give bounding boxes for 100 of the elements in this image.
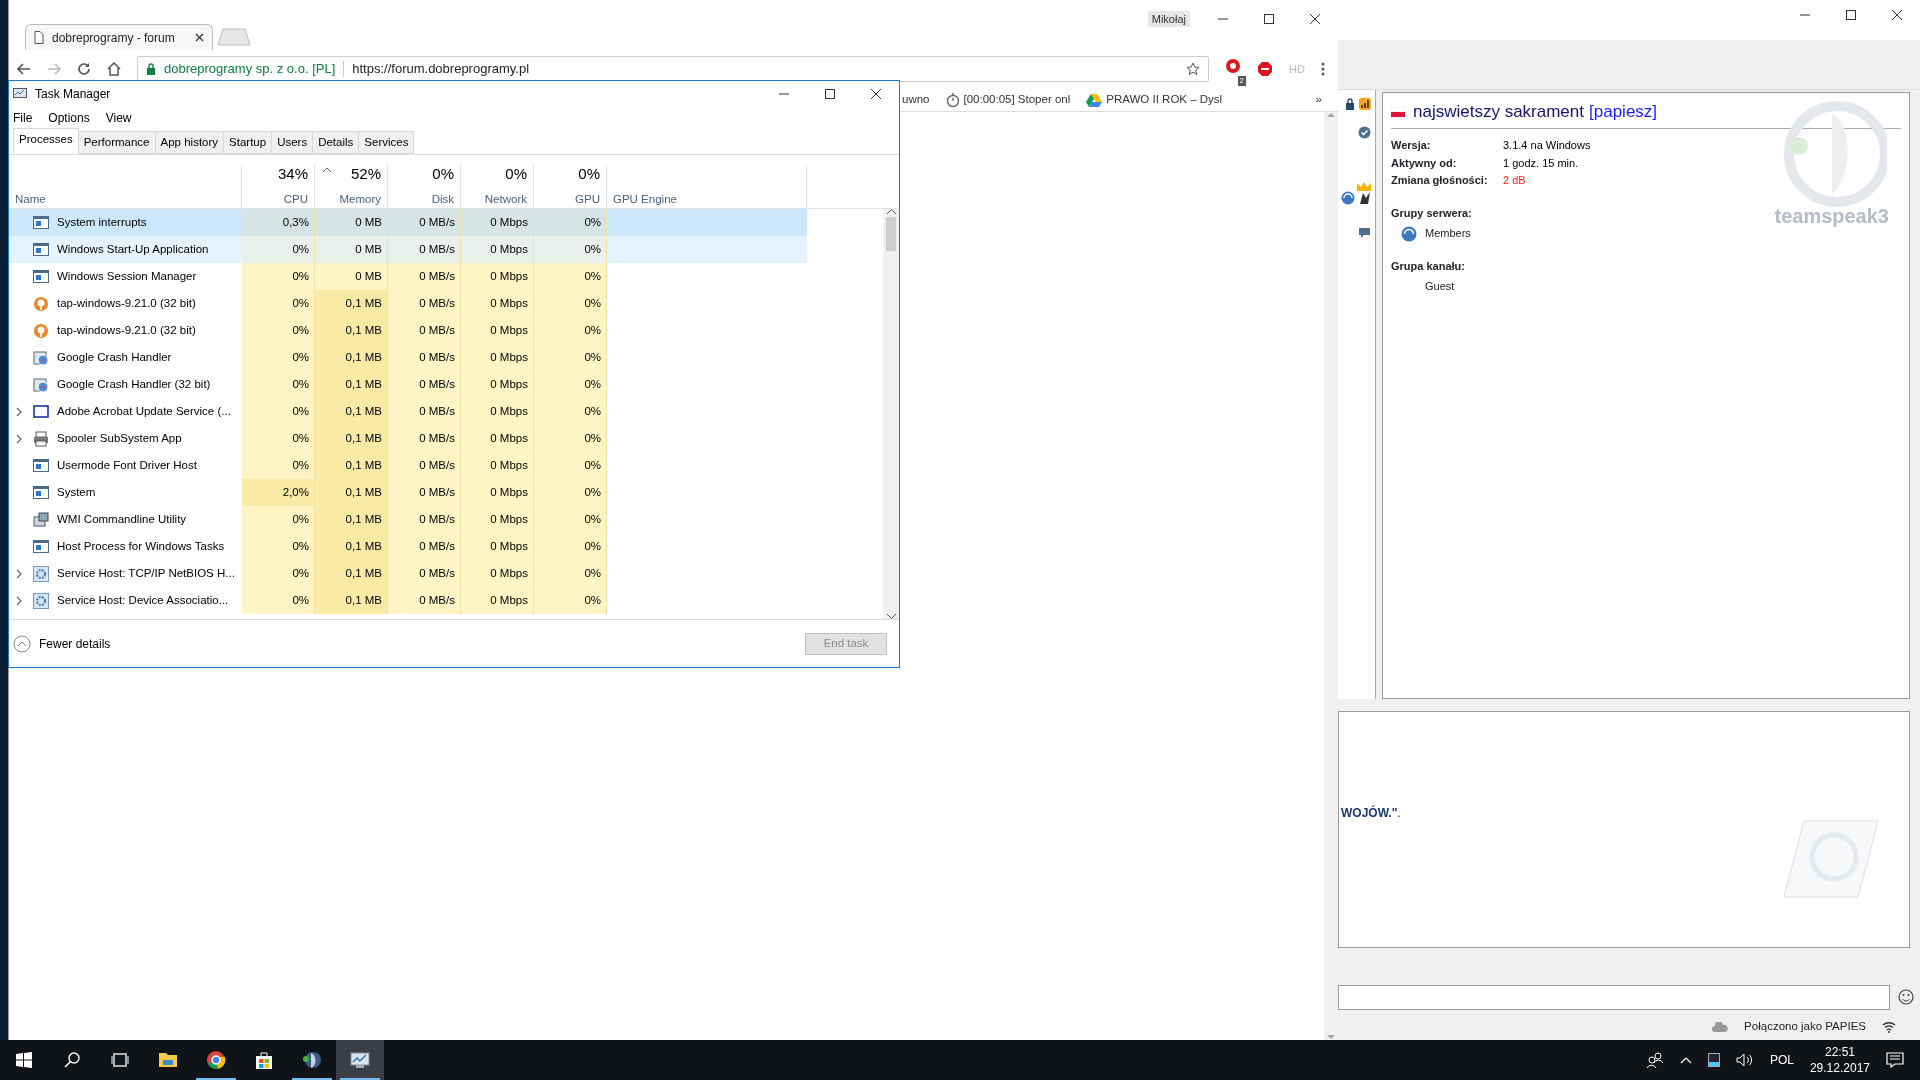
tab[interactable]: Startup bbox=[224, 130, 273, 154]
maximize-icon[interactable] bbox=[1843, 9, 1859, 21]
bookmark-link[interactable]: [00:00:05] Stoper onl bbox=[963, 90, 1071, 109]
menu-item[interactable]: Options bbox=[48, 109, 90, 127]
network-icon[interactable] bbox=[1707, 1053, 1720, 1067]
task-manager-icon[interactable] bbox=[350, 1050, 370, 1070]
table-cell: 0% bbox=[242, 560, 315, 587]
table-cell: 0% bbox=[534, 371, 607, 398]
table-cell: 0% bbox=[534, 533, 607, 560]
scroll-thumb[interactable] bbox=[886, 217, 896, 251]
table-cell: 0% bbox=[242, 236, 315, 263]
clock-date[interactable]: 29.12.2017 bbox=[1809, 1060, 1870, 1077]
scroll-down-icon[interactable] bbox=[886, 614, 896, 619]
header-cell[interactable]: 34% CPU bbox=[242, 163, 315, 208]
clock-time[interactable]: 22:51 bbox=[1824, 1043, 1855, 1060]
window-icon bbox=[33, 538, 49, 555]
bookmark-link[interactable]: uwno bbox=[902, 90, 930, 109]
headset-icon[interactable] bbox=[302, 1050, 322, 1070]
tab[interactable]: Services bbox=[359, 130, 415, 154]
close-icon[interactable] bbox=[1889, 9, 1905, 21]
adblock-icon[interactable] bbox=[1257, 61, 1273, 77]
table-row[interactable]: System interrupts bbox=[9, 209, 242, 236]
tab[interactable]: Details bbox=[313, 130, 360, 154]
tab[interactable]: App history bbox=[155, 130, 225, 154]
cloud-icon bbox=[1712, 1022, 1729, 1033]
table-cell: 0 MB bbox=[315, 236, 388, 263]
header-cell[interactable]: GPU Engine bbox=[607, 163, 807, 208]
column-header[interactable]: Network bbox=[484, 190, 527, 208]
expand-chevron-icon[interactable] bbox=[16, 568, 22, 579]
message-input[interactable] bbox=[1338, 984, 1890, 1010]
smiley-icon[interactable] bbox=[1898, 989, 1914, 1006]
info-value: 3.1.4 na Windows bbox=[1503, 138, 1592, 154]
expand-chevron-icon[interactable] bbox=[16, 406, 22, 417]
header-cell[interactable]: Name bbox=[9, 163, 242, 208]
tab[interactable]: Users bbox=[272, 130, 314, 154]
table-cell: 0% bbox=[534, 236, 607, 263]
close-icon[interactable] bbox=[195, 33, 204, 42]
table-cell: 0,1 MB bbox=[315, 452, 388, 479]
close-icon[interactable] bbox=[868, 88, 884, 100]
chevron-up-icon[interactable] bbox=[1679, 1056, 1692, 1064]
chrome-icon[interactable] bbox=[206, 1050, 226, 1070]
home-icon[interactable] bbox=[107, 62, 121, 76]
expand-chevron-icon[interactable] bbox=[16, 595, 22, 606]
speaker-icon[interactable] bbox=[1735, 1053, 1754, 1067]
menu-item[interactable]: View bbox=[105, 109, 132, 127]
process-name: Spooler SubSystem App bbox=[57, 430, 182, 446]
bookmark-link[interactable]: PRAWO II ROK – Dysl bbox=[1106, 90, 1223, 109]
shopping-bag-icon[interactable] bbox=[254, 1050, 274, 1070]
maximize-icon[interactable] bbox=[822, 88, 838, 100]
profile-name[interactable]: Mikołaj bbox=[1147, 10, 1190, 28]
table-row[interactable]: Windows Start-Up Application bbox=[9, 236, 242, 263]
table-cell: 0 MB/s bbox=[388, 344, 461, 371]
scroll-up-icon[interactable] bbox=[886, 209, 896, 214]
windows-start-icon[interactable] bbox=[16, 1052, 32, 1068]
table-cell: 0% bbox=[242, 587, 315, 614]
header-cell[interactable]: 0% Network bbox=[461, 163, 534, 208]
column-header[interactable]: Disk bbox=[431, 190, 454, 208]
table-cell: 0% bbox=[242, 290, 315, 317]
back-arrow-icon[interactable] bbox=[17, 63, 31, 75]
action-center-icon[interactable] bbox=[1886, 1052, 1904, 1068]
process-name: WMI Commandline Utility bbox=[57, 511, 187, 527]
gear-icon bbox=[33, 565, 49, 582]
crown-icon bbox=[1357, 180, 1371, 191]
scrollbar[interactable] bbox=[883, 209, 899, 619]
extension-icon[interactable] bbox=[1225, 58, 1241, 74]
table-cell: 0 MB/s bbox=[388, 533, 461, 560]
search-icon[interactable] bbox=[64, 1052, 80, 1068]
column-header[interactable]: Memory bbox=[339, 190, 381, 208]
collapse-circle-icon[interactable] bbox=[13, 634, 31, 653]
process-name: Service Host: TCP/IP NetBIOS H... bbox=[57, 565, 235, 581]
column-header[interactable]: GPU Engine bbox=[613, 190, 677, 208]
bookmarks-overflow[interactable]: » bbox=[1315, 90, 1322, 109]
task-view-icon[interactable] bbox=[111, 1052, 129, 1068]
folder-icon[interactable] bbox=[158, 1050, 178, 1070]
taskbar-app-button[interactable] bbox=[336, 1040, 384, 1080]
fewer-details-link[interactable]: Fewer details bbox=[39, 634, 111, 653]
header-cell[interactable]: 0% GPU bbox=[534, 163, 607, 208]
menu-item[interactable]: File bbox=[13, 109, 33, 127]
table-cell: 2,0% bbox=[242, 479, 315, 506]
stopwatch-icon bbox=[945, 92, 960, 107]
maximize-icon[interactable] bbox=[1261, 13, 1277, 25]
star-icon[interactable] bbox=[1186, 62, 1200, 76]
window-icon bbox=[33, 268, 49, 285]
window-icon bbox=[33, 241, 49, 258]
table-cell: 0 Mbps bbox=[461, 452, 534, 479]
browser-tab[interactable]: dobreprogramy - forum bbox=[25, 24, 213, 50]
column-header[interactable]: GPU bbox=[575, 190, 600, 208]
language-indicator[interactable]: POL bbox=[1769, 1051, 1794, 1069]
reload-icon[interactable] bbox=[77, 62, 91, 76]
people-icon[interactable] bbox=[1645, 1052, 1664, 1068]
tab[interactable]: Performance bbox=[78, 130, 156, 154]
column-header[interactable]: Name bbox=[15, 190, 46, 208]
expand-chevron-icon[interactable] bbox=[16, 433, 22, 444]
close-icon[interactable] bbox=[1307, 13, 1323, 25]
tab[interactable]: Processes bbox=[13, 127, 79, 154]
header-cell[interactable]: 0% Disk bbox=[388, 163, 461, 208]
header-cell[interactable]: 52% Memory bbox=[315, 163, 388, 208]
table-cell: 0% bbox=[534, 398, 607, 425]
menu-icon[interactable] bbox=[1320, 62, 1325, 76]
column-header[interactable]: CPU bbox=[283, 190, 308, 208]
